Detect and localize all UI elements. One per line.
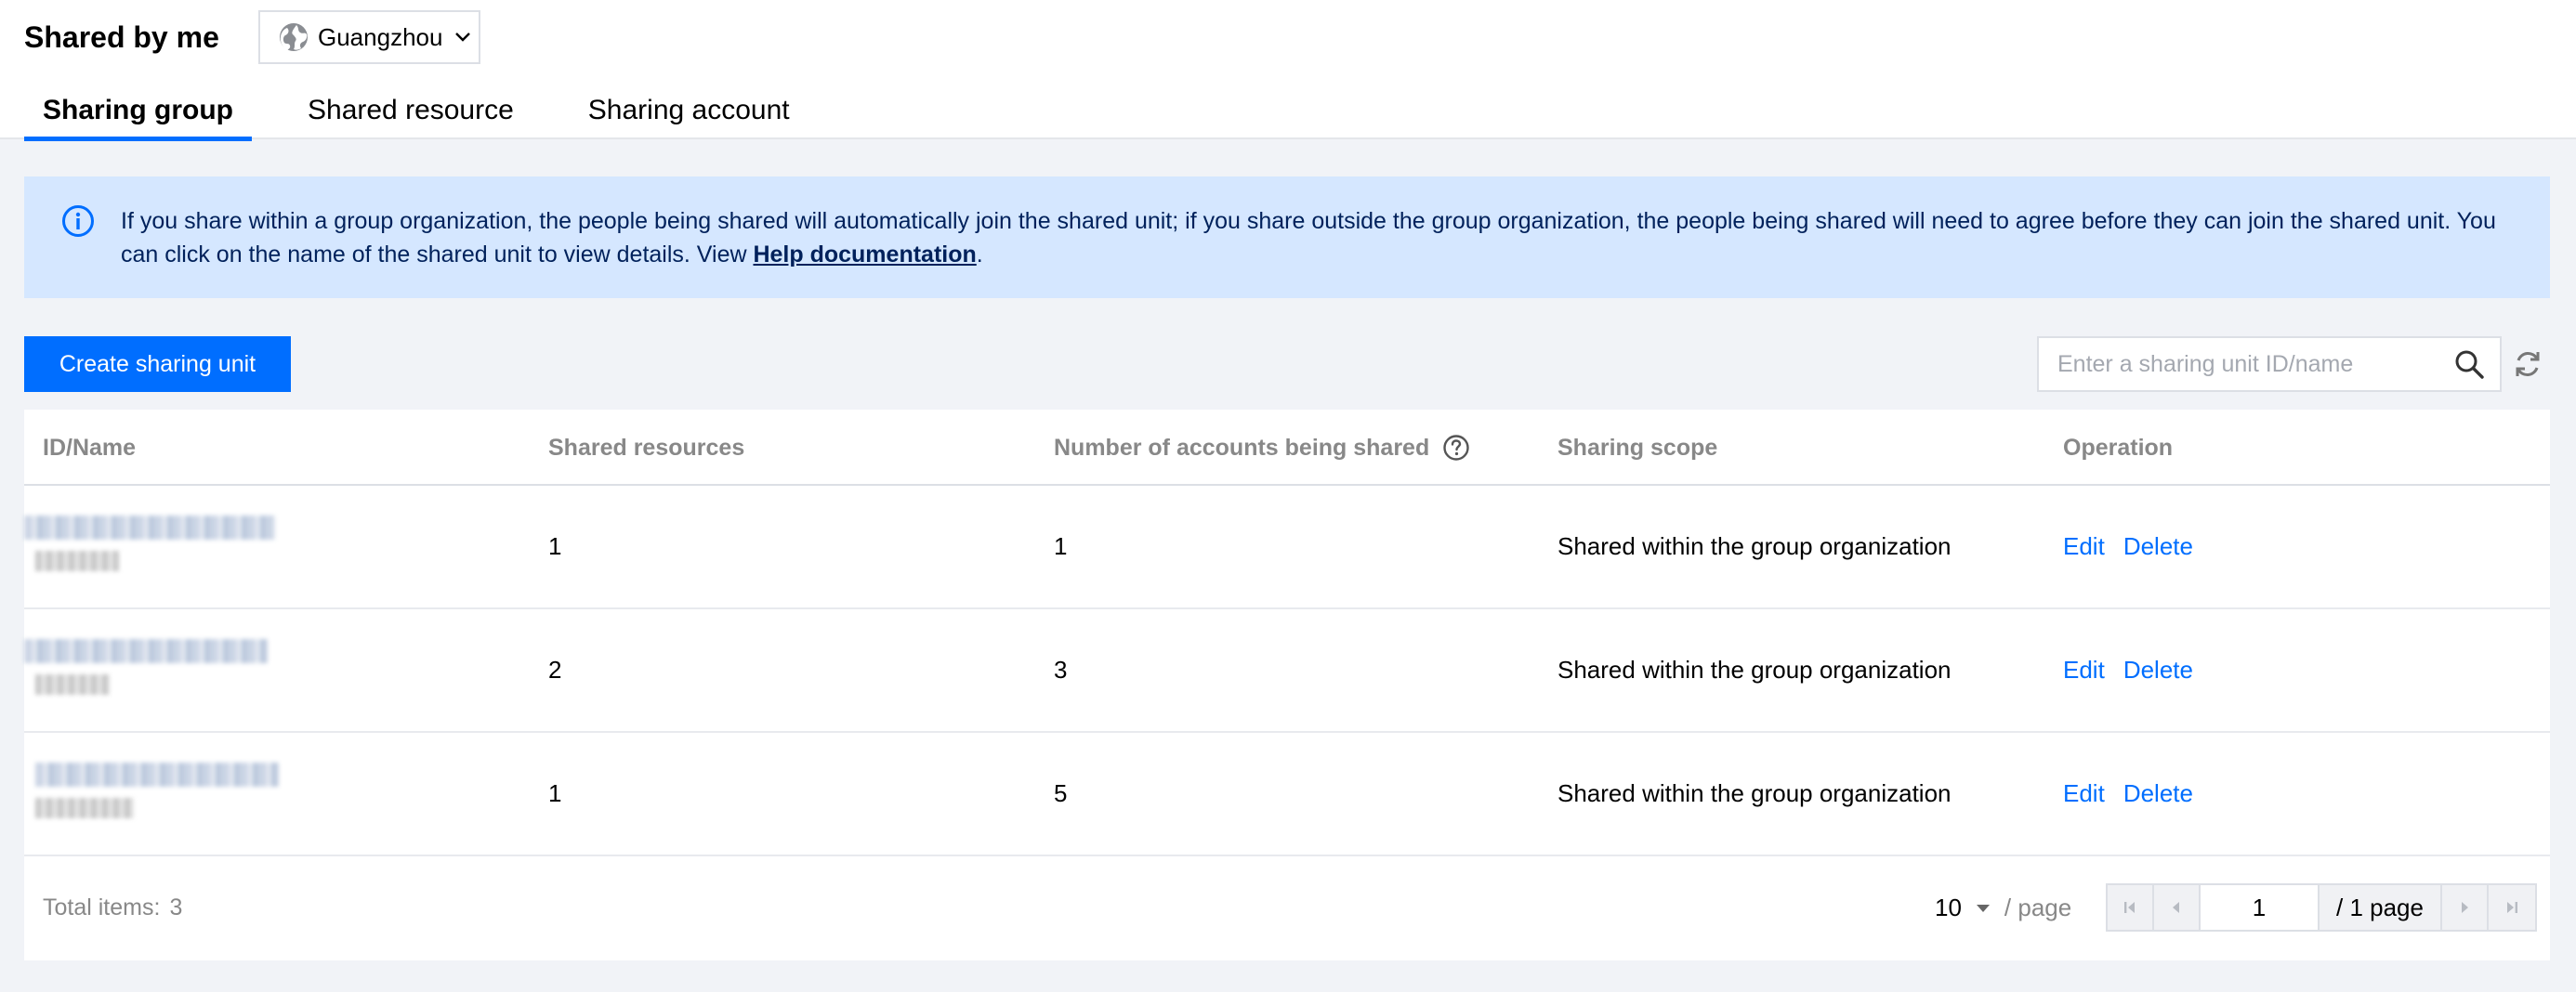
last-page-icon xyxy=(2507,902,2517,913)
table-header: ID/Name Shared resources Number of accou… xyxy=(24,410,2550,486)
table-row: 1 1 Shared within the group organization… xyxy=(24,486,2550,609)
search-box xyxy=(2037,336,2502,392)
edit-link[interactable]: Edit xyxy=(2063,779,2105,808)
delete-link[interactable]: Delete xyxy=(2123,532,2193,561)
alert-message: If you share within a group organization… xyxy=(121,204,2513,298)
first-page-button[interactable] xyxy=(2108,885,2154,930)
last-page-button[interactable] xyxy=(2489,885,2535,930)
page-size-select[interactable]: 10 / page xyxy=(1935,855,2071,960)
column-header-id-name: ID/Name xyxy=(43,435,137,461)
column-header-accounts: Number of accounts being shared xyxy=(1054,410,1470,486)
column-header-operation: Operation xyxy=(2063,435,2174,461)
accounts-cell: 3 xyxy=(1054,656,1068,684)
info-icon xyxy=(62,205,94,237)
region-label: Guangzhou xyxy=(318,22,443,51)
search-input[interactable] xyxy=(2039,338,2453,390)
chevron-down-icon xyxy=(455,33,471,42)
globe-icon xyxy=(280,23,308,51)
shared-resources-cell: 1 xyxy=(548,779,562,807)
alert-suffix: . xyxy=(976,241,983,268)
sharing-scope-cell: Shared within the group organization xyxy=(1557,656,1952,684)
table-footer: Total items: 3 10 / page 1 / 1 page xyxy=(24,855,2550,960)
operation-cell: Edit Delete xyxy=(2063,486,2193,607)
next-page-button[interactable] xyxy=(2442,885,2489,930)
redacted-id-name xyxy=(24,639,268,695)
prev-page-icon xyxy=(2173,902,2179,913)
redacted-id-name xyxy=(35,763,279,818)
total-items: Total items: 3 xyxy=(43,855,182,960)
page-size-unit: / page xyxy=(2004,894,2072,921)
create-sharing-unit-button[interactable]: Create sharing unit xyxy=(24,336,291,392)
pagination: 1 / 1 page xyxy=(2106,883,2537,932)
info-alert: If you share within a group organization… xyxy=(24,176,2550,298)
tab-sharing-account[interactable]: Sharing account xyxy=(570,82,808,139)
alert-text: If you share within a group organization… xyxy=(121,208,2496,268)
accounts-cell: 1 xyxy=(1054,532,1068,560)
tab-shared-resource[interactable]: Shared resource xyxy=(289,82,532,139)
delete-link[interactable]: Delete xyxy=(2123,779,2193,808)
region-select[interactable]: Guangzhou xyxy=(258,10,480,64)
total-items-label: Total items: xyxy=(43,894,161,920)
shared-resources-cell: 1 xyxy=(548,532,562,560)
column-header-accounts-label: Number of accounts being shared xyxy=(1054,435,1430,461)
edit-link[interactable]: Edit xyxy=(2063,532,2105,561)
caret-down-icon[interactable] xyxy=(1975,903,1991,914)
table-row: 2 3 Shared within the group organization… xyxy=(24,609,2550,733)
column-header-sharing-scope: Sharing scope xyxy=(1557,435,1718,461)
total-items-count: 3 xyxy=(169,894,183,920)
column-header-shared-resources: Shared resources xyxy=(548,435,745,461)
edit-link[interactable]: Edit xyxy=(2063,656,2105,685)
shared-resources-cell: 2 xyxy=(548,656,562,684)
operation-cell: Edit Delete xyxy=(2063,609,2193,731)
sharing-scope-cell: Shared within the group organization xyxy=(1557,532,1952,560)
sharing-unit-table: ID/Name Shared resources Number of accou… xyxy=(24,410,2550,960)
help-documentation-link[interactable]: Help documentation xyxy=(753,241,976,268)
refresh-icon[interactable] xyxy=(2513,347,2543,381)
delete-link[interactable]: Delete xyxy=(2123,656,2193,685)
page-title: Shared by me xyxy=(24,20,219,54)
tab-bar: Sharing group Shared resource Sharing ac… xyxy=(24,82,846,141)
next-page-icon xyxy=(2462,902,2468,913)
page-number-input[interactable]: 1 xyxy=(2201,885,2320,930)
top-bar: Shared by me Guangzhou Sharing group Sha… xyxy=(0,0,2576,141)
prev-page-button[interactable] xyxy=(2154,885,2201,930)
operation-cell: Edit Delete xyxy=(2063,733,2193,855)
table-row: 1 5 Shared within the group organization… xyxy=(24,733,2550,856)
question-icon[interactable] xyxy=(1442,434,1470,462)
total-pages: / 1 page xyxy=(2320,885,2442,930)
search-icon[interactable] xyxy=(2453,348,2485,380)
redacted-id-name xyxy=(24,516,275,571)
accounts-cell: 5 xyxy=(1054,779,1068,807)
first-page-icon xyxy=(2124,902,2135,913)
tab-sharing-group[interactable]: Sharing group xyxy=(24,82,252,141)
page-size-value[interactable]: 10 xyxy=(1935,894,1962,922)
sharing-scope-cell: Shared within the group organization xyxy=(1557,779,1952,807)
